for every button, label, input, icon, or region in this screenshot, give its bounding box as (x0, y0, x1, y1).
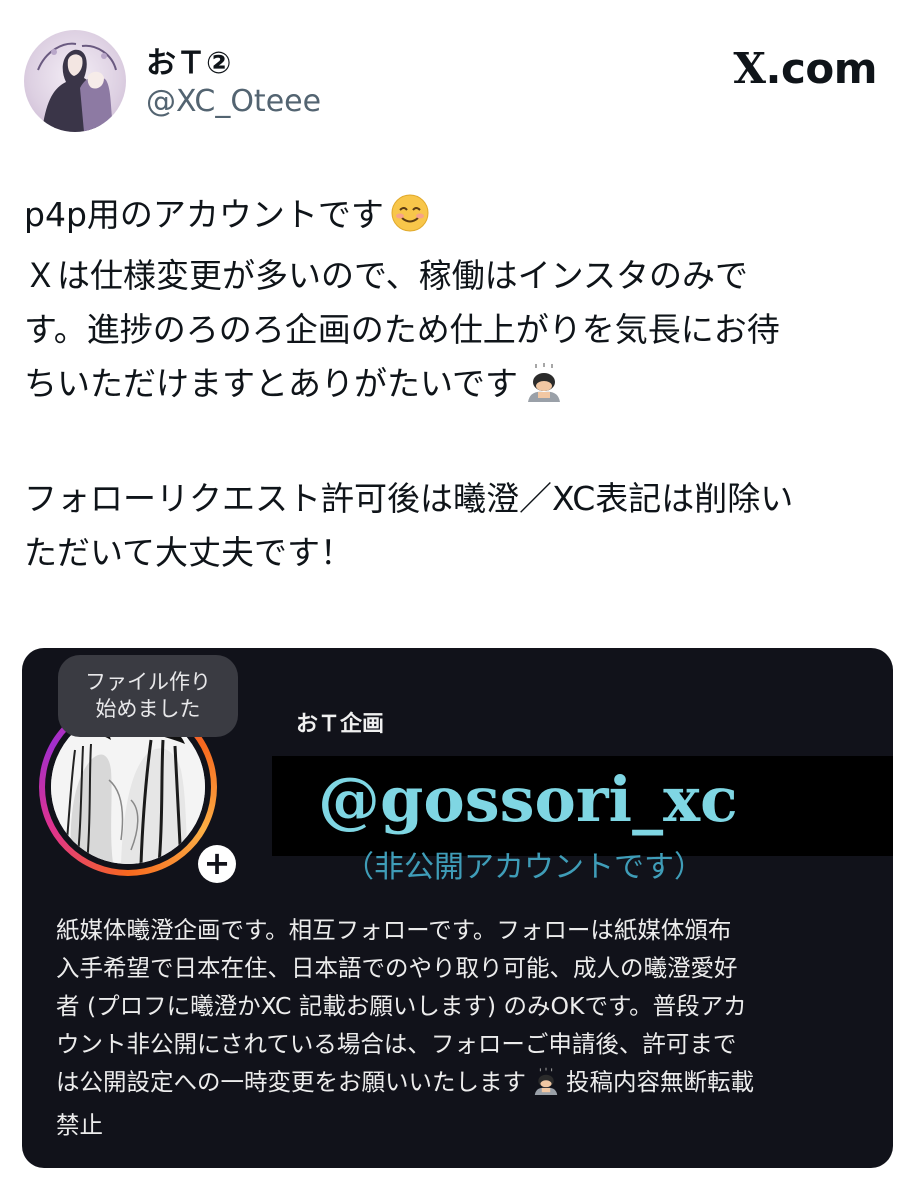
profile-avatar[interactable] (24, 30, 126, 132)
account-name: おＴ企画 (296, 712, 385, 737)
bio-line: は公開設定への一時変更をお願いいたします 投稿内容無断転載 (56, 1063, 886, 1106)
tweet-line: ただいて大丈夫です！ (24, 533, 354, 572)
x-com-logo: X.com (733, 44, 877, 93)
brand-suffix: .com (765, 44, 878, 93)
note-line: ファイル作り (85, 670, 211, 694)
bio-line: ウント非公開にされている場合は、フォローご申請後、許可まで (56, 1030, 737, 1058)
tweet-line: フォローリクエスト許可後は曦澄／XC表記は削除い (24, 479, 794, 518)
plus-icon: + (198, 845, 236, 883)
tweet-line: ちいただけますとありがたいです (24, 357, 892, 418)
tweet-line: す。進捗のろのろ企画のため仕上がりを気長にお待 (24, 310, 780, 349)
tweet-header: おＴ② @XC_Oteee X.com (0, 0, 915, 150)
tweet-line-blank (24, 418, 892, 472)
bio-line: 入手希望で日本在住、日本語でのやり取り可能、成人の曦澄愛好 (56, 954, 738, 982)
add-story-button[interactable]: + (194, 841, 240, 887)
smiling-face-emoji-icon (390, 193, 430, 249)
tweet-text: p4p用のアカウントです Ｘは仕様変更が多いので、稼働はインスタのみで す。進捗… (24, 188, 892, 580)
tweet-line: Ｘは仕様変更が多いので、稼働はインスタのみで (24, 256, 749, 295)
bio-line: 禁止 (56, 1111, 103, 1139)
bowing-person-emoji-icon (532, 1067, 560, 1106)
display-name[interactable]: おＴ② (146, 38, 231, 82)
note-line: 始めました (95, 697, 201, 721)
user-handle[interactable]: @XC_Oteee (146, 84, 321, 119)
account-bio: 紙媒体曦澄企画です。相互フォローです。フォローは紙媒体頒布 入手希望で日本在住、… (56, 911, 886, 1144)
x-logo-icon: X (733, 44, 766, 93)
avatar-illustration (37, 42, 117, 132)
note-bubble[interactable]: ファイル作り 始めました (58, 655, 238, 737)
bowing-person-emoji-icon (524, 362, 564, 418)
private-account-note: （非公開アカウントです） (344, 850, 704, 885)
overlay-handle: @gossori_xc (318, 763, 738, 836)
bio-line: 者 (プロフに曦澄かXC 記載お願いします) のみOKです。普段アカ (56, 992, 747, 1020)
bio-line: 紙媒体曦澄企画です。相互フォローです。フォローは紙媒体頒布 (56, 916, 732, 944)
attached-screenshot[interactable]: ファイル作り 始めました + おＴ企画 @gossori_xc （非公開アカウン… (22, 648, 893, 1168)
tweet-line: p4p用のアカウントです (24, 188, 892, 249)
